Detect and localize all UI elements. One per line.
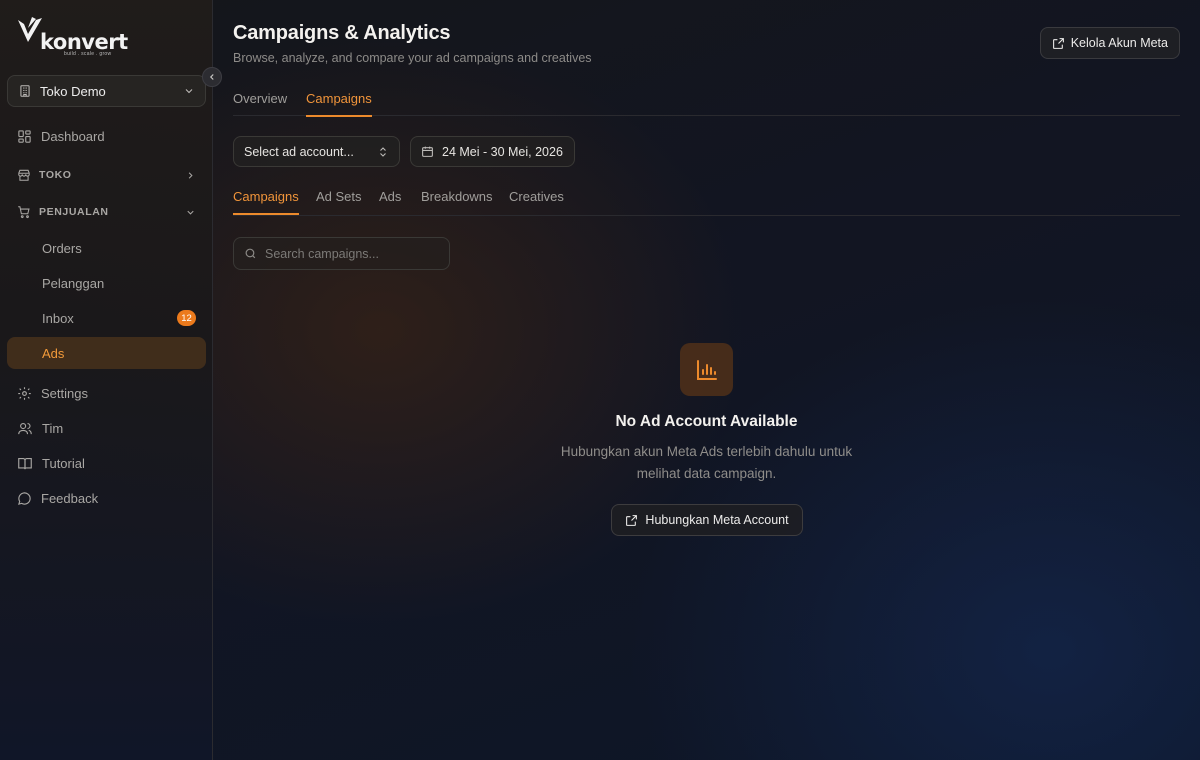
external-link-icon bbox=[626, 514, 638, 526]
sidebar-item-feedback[interactable]: Feedback bbox=[7, 482, 206, 514]
sidebar-item-label: Inbox bbox=[42, 310, 74, 326]
sidebar-section-toko[interactable]: TOKO bbox=[7, 160, 206, 190]
store-icon bbox=[18, 169, 30, 181]
users-icon bbox=[18, 422, 32, 434]
tab-overview[interactable]: Overview bbox=[233, 80, 287, 116]
connect-meta-account-label: Hubungkan Meta Account bbox=[645, 513, 789, 527]
sidebar: konvert build . scale . grow Toko Demo D… bbox=[0, 0, 213, 760]
brand-tagline: build . scale . grow bbox=[64, 51, 112, 57]
manage-meta-account-label: Kelola Akun Meta bbox=[1070, 36, 1168, 50]
brand-logo[interactable]: konvert build . scale . grow bbox=[16, 16, 128, 58]
sidebar-item-settings[interactable]: Settings bbox=[7, 377, 206, 409]
message-circle-icon bbox=[18, 491, 31, 505]
connect-meta-account-button[interactable]: Hubungkan Meta Account bbox=[611, 504, 803, 536]
search-input[interactable] bbox=[265, 246, 435, 261]
sidebar-section-label: TOKO bbox=[39, 169, 72, 181]
store-name: Toko Demo bbox=[40, 83, 106, 99]
date-range-value: 24 Mei - 30 Mei, 2026 bbox=[442, 144, 563, 159]
search-icon bbox=[245, 248, 256, 259]
dashboard-grid-icon bbox=[18, 129, 31, 143]
chevron-down-icon bbox=[185, 89, 193, 94]
subtab-campaigns[interactable]: Campaigns bbox=[233, 178, 299, 215]
sidebar-item-label: Settings bbox=[41, 385, 88, 401]
sidebar-item-tim[interactable]: Tim bbox=[7, 412, 206, 444]
main-content: Campaigns & Analytics Browse, analyze, a… bbox=[233, 0, 1180, 760]
calendar-icon bbox=[422, 146, 433, 157]
sidebar-item-label: Ads bbox=[42, 345, 65, 361]
ad-account-select-value: Select ad account... bbox=[244, 144, 354, 159]
page-title: Campaigns & Analytics bbox=[233, 22, 451, 44]
search-box bbox=[233, 237, 450, 270]
chevron-down-icon bbox=[187, 210, 194, 215]
store-selector[interactable]: Toko Demo bbox=[7, 75, 206, 107]
empty-state-title: No Ad Account Available bbox=[615, 413, 798, 430]
sidebar-item-inbox[interactable]: Inbox 12 bbox=[7, 302, 206, 334]
sidebar-item-dashboard[interactable]: Dashboard bbox=[7, 120, 206, 152]
sidebar-item-label: Orders bbox=[42, 240, 82, 256]
subtab-creatives[interactable]: Creatives bbox=[509, 178, 564, 214]
empty-state-icon-box bbox=[680, 343, 733, 396]
gear-icon bbox=[18, 386, 31, 400]
manage-meta-account-button[interactable]: Kelola Akun Meta bbox=[1039, 27, 1180, 59]
subtab-breakdowns[interactable]: Breakdowns bbox=[421, 178, 493, 214]
sidebar-section-penjualan[interactable]: PENJUALAN bbox=[7, 197, 206, 227]
chevrons-up-down-icon bbox=[380, 146, 386, 157]
sidebar-item-pelanggan[interactable]: Pelanggan bbox=[7, 267, 206, 299]
book-open-icon bbox=[18, 457, 32, 469]
sidebar-item-label: Tim bbox=[42, 420, 64, 436]
top-tabs: Overview Campaigns bbox=[233, 80, 1180, 117]
ad-account-select[interactable]: Select ad account... bbox=[233, 136, 400, 167]
sidebar-item-ads[interactable]: Ads bbox=[7, 337, 206, 369]
sidebar-collapse-button[interactable] bbox=[202, 67, 222, 87]
subtab-ads[interactable]: Ads bbox=[379, 178, 401, 214]
sidebar-item-orders[interactable]: Orders bbox=[7, 232, 206, 264]
inbox-count-badge: 12 bbox=[177, 310, 196, 326]
shopping-cart-icon bbox=[18, 206, 30, 219]
sidebar-item-label: Pelanggan bbox=[42, 275, 105, 291]
empty-state-description: Hubungkan akun Meta Ads terlebih dahulu … bbox=[560, 444, 853, 481]
chevron-left-icon bbox=[209, 74, 214, 80]
sidebar-section-label: PENJUALAN bbox=[39, 206, 109, 218]
bar-chart-icon bbox=[696, 359, 717, 380]
subtab-ad-sets[interactable]: Ad Sets bbox=[316, 178, 362, 214]
external-link-icon bbox=[1052, 37, 1064, 49]
sidebar-item-label: Tutorial bbox=[42, 455, 85, 471]
date-range-picker[interactable]: 24 Mei - 30 Mei, 2026 bbox=[410, 136, 575, 167]
store-building-icon bbox=[20, 85, 30, 97]
sub-tabs: Campaigns Ad Sets Ads Breakdowns Creativ… bbox=[233, 178, 1180, 216]
sidebar-item-tutorial[interactable]: Tutorial bbox=[7, 447, 206, 479]
tab-campaigns[interactable]: Campaigns bbox=[306, 80, 372, 117]
sidebar-item-label: Feedback bbox=[41, 490, 99, 506]
chevron-right-icon bbox=[188, 171, 193, 179]
sidebar-item-label: Dashboard bbox=[41, 128, 105, 144]
page-subtitle: Browse, analyze, and compare your ad cam… bbox=[233, 51, 592, 65]
